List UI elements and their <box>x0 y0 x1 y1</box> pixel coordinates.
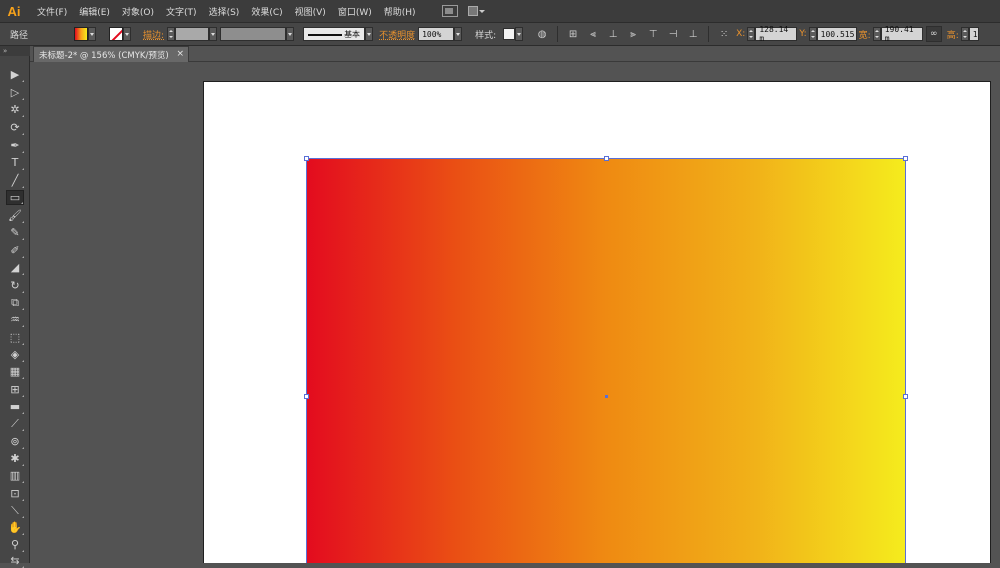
menu-effect[interactable]: 效果(C) <box>245 0 288 22</box>
panel-collapse-button[interactable]: » <box>0 46 30 56</box>
graphic-style-swatch[interactable] <box>503 28 516 40</box>
lasso-tool-icon[interactable]: ⟳ <box>6 120 24 135</box>
tools-panel: ▶ ▷ ✲ ⟳ ✒ T ╱ ▭ 🖌 ✎ ✐ ◢ ↻ ⧉ ♒ ⬚ ◈ ▦ ⊞ ▬ ⟋ ⊚ ✱ ▥ ⊡ ⟍ ✋ ⚲ ⇆ <box>0 56 30 568</box>
align-center-icon[interactable]: ⊥ <box>605 26 621 42</box>
align-bottom-icon[interactable]: ⊥ <box>685 26 701 42</box>
shape-builder-tool-icon[interactable]: ◈ <box>6 347 24 362</box>
graphic-style-label: 样式: <box>475 30 497 41</box>
warp-tool-icon[interactable]: ♒ <box>6 312 24 327</box>
stroke-dropdown-button[interactable] <box>123 27 132 41</box>
gradient-tool-icon[interactable]: ▬ <box>6 399 24 414</box>
stroke-color-swatch[interactable] <box>109 27 124 41</box>
variable-width-profile[interactable] <box>220 27 287 41</box>
bridge-icon[interactable] <box>441 5 458 17</box>
scale-tool-icon[interactable]: ⧉ <box>6 295 24 310</box>
fill-dropdown-button[interactable] <box>88 27 97 41</box>
gradient-rectangle[interactable] <box>306 158 906 563</box>
fill-color-swatch[interactable] <box>74 27 89 41</box>
opacity-panel-link[interactable]: 不透明度 <box>376 28 418 41</box>
slice-tool-icon[interactable]: ⟍ <box>6 503 24 518</box>
fill-stroke-swap-icon[interactable]: ⇆ <box>6 553 24 568</box>
menu-file[interactable]: 文件(F) <box>31 0 73 22</box>
y-spinner[interactable] <box>808 27 817 41</box>
stroke-weight-field[interactable] <box>175 27 210 41</box>
stroke-weight-spinner[interactable] <box>167 27 176 41</box>
handle-middle-right[interactable] <box>903 394 908 399</box>
height-field[interactable]: 1 <box>968 27 979 41</box>
menu-type[interactable]: 文字(T) <box>160 0 203 22</box>
column-graph-tool-icon[interactable]: ▥ <box>6 468 24 483</box>
document-tab-bar: 未标题-2* @ 156% (CMYK/预览) × <box>30 46 1000 62</box>
width-spinner[interactable] <box>872 27 881 41</box>
menu-select[interactable]: 选择(S) <box>203 0 246 22</box>
menu-object[interactable]: 对象(O) <box>116 0 160 22</box>
free-transform-tool-icon[interactable]: ⬚ <box>6 330 24 345</box>
brush-definition-dropdown[interactable] <box>365 27 374 41</box>
close-icon[interactable]: × <box>176 49 184 59</box>
align-to-icon[interactable]: ⊞ <box>565 26 581 42</box>
zoom-tool-icon[interactable]: ⚲ <box>6 537 24 552</box>
height-label: 高: <box>946 30 959 41</box>
y-label: Y: <box>799 29 807 39</box>
transform-reference-icon[interactable]: ⁙ <box>716 26 732 42</box>
rectangle-tool-icon[interactable]: ▭ <box>6 190 24 205</box>
perspective-grid-tool-icon[interactable]: ▦ <box>6 364 24 379</box>
arrange-documents-icon[interactable] <box>467 5 488 17</box>
menu-view[interactable]: 视图(V) <box>289 0 332 22</box>
document-tab[interactable]: 未标题-2* @ 156% (CMYK/预览) × <box>33 46 189 62</box>
align-left-icon[interactable]: ⫷ <box>585 26 601 42</box>
align-middle-icon[interactable]: ⊣ <box>665 26 681 42</box>
canvas-area[interactable] <box>31 62 1000 563</box>
blob-brush-tool-icon[interactable]: ✐ <box>6 243 24 258</box>
brush-definition-field[interactable]: 基本 <box>303 27 366 41</box>
opacity-field[interactable]: 100% <box>418 27 455 41</box>
hand-tool-icon[interactable]: ✋ <box>6 520 24 535</box>
opacity-dropdown[interactable] <box>454 27 463 41</box>
selection-tool-icon[interactable]: ▶ <box>6 67 24 82</box>
type-tool-icon[interactable]: T <box>6 155 24 170</box>
artboard-tool-icon[interactable]: ⊡ <box>6 486 24 501</box>
object-type-label: 路径 <box>10 30 29 41</box>
y-field[interactable]: 100.515 <box>816 27 857 41</box>
width-profile-dropdown[interactable] <box>286 27 295 41</box>
constrain-proportions-icon[interactable]: ∞ <box>925 26 942 42</box>
app-logo: Ai <box>7 3 21 19</box>
menu-edit[interactable]: 编辑(E) <box>73 0 116 22</box>
line-tool-icon[interactable]: ╱ <box>6 173 24 188</box>
center-point <box>605 395 608 398</box>
align-top-icon[interactable]: ⊤ <box>645 26 661 42</box>
menu-bar: Ai 文件(F) 编辑(E) 对象(O) 文字(T) 选择(S) 效果(C) 视… <box>0 0 1000 22</box>
stroke-panel-link[interactable]: 描边: <box>140 28 167 41</box>
handle-top-right[interactable] <box>903 156 908 161</box>
handle-middle-left[interactable] <box>304 394 309 399</box>
menu-window[interactable]: 窗口(W) <box>332 0 378 22</box>
handle-top-middle[interactable] <box>604 156 609 161</box>
document-tab-title: 未标题-2* @ 156% (CMYK/预览) <box>39 50 169 61</box>
eyedropper-tool-icon[interactable]: ⟋ <box>6 416 24 431</box>
x-label: X: <box>736 29 746 39</box>
x-field[interactable]: 128.14 m <box>755 25 798 43</box>
pencil-tool-icon[interactable]: ✎ <box>6 225 24 240</box>
height-spinner[interactable] <box>960 27 969 41</box>
eraser-tool-icon[interactable]: ◢ <box>6 260 24 275</box>
recolor-artwork-icon[interactable]: ◍ <box>534 26 550 42</box>
handle-top-left[interactable] <box>304 156 309 161</box>
width-field[interactable]: 190.41 m <box>880 25 923 43</box>
graphic-style-dropdown[interactable] <box>515 27 524 41</box>
menu-help[interactable]: 帮助(H) <box>378 0 422 22</box>
magic-wand-tool-icon[interactable]: ✲ <box>6 102 24 117</box>
align-right-icon[interactable]: ⫸ <box>625 26 641 42</box>
symbol-sprayer-tool-icon[interactable]: ✱ <box>6 451 24 466</box>
pen-tool-icon[interactable]: ✒ <box>6 138 24 153</box>
paintbrush-tool-icon[interactable]: 🖌 <box>6 208 24 223</box>
mesh-tool-icon[interactable]: ⊞ <box>6 382 24 397</box>
stroke-weight-dropdown[interactable] <box>209 27 218 41</box>
direct-selection-tool-icon[interactable]: ▷ <box>6 85 24 100</box>
blend-tool-icon[interactable]: ⊚ <box>6 434 24 449</box>
brush-definition-label: 基本 <box>344 29 361 39</box>
control-bar: 路径 描边: 基本 不透明度 100% 样式: ◍ ⊞ ⫷ ⊥ ⫸ ⊤ ⊣ ⊥ … <box>0 22 1000 46</box>
width-label: 宽: <box>858 30 871 41</box>
x-spinner[interactable] <box>747 27 756 41</box>
rotate-tool-icon[interactable]: ↻ <box>6 278 24 293</box>
